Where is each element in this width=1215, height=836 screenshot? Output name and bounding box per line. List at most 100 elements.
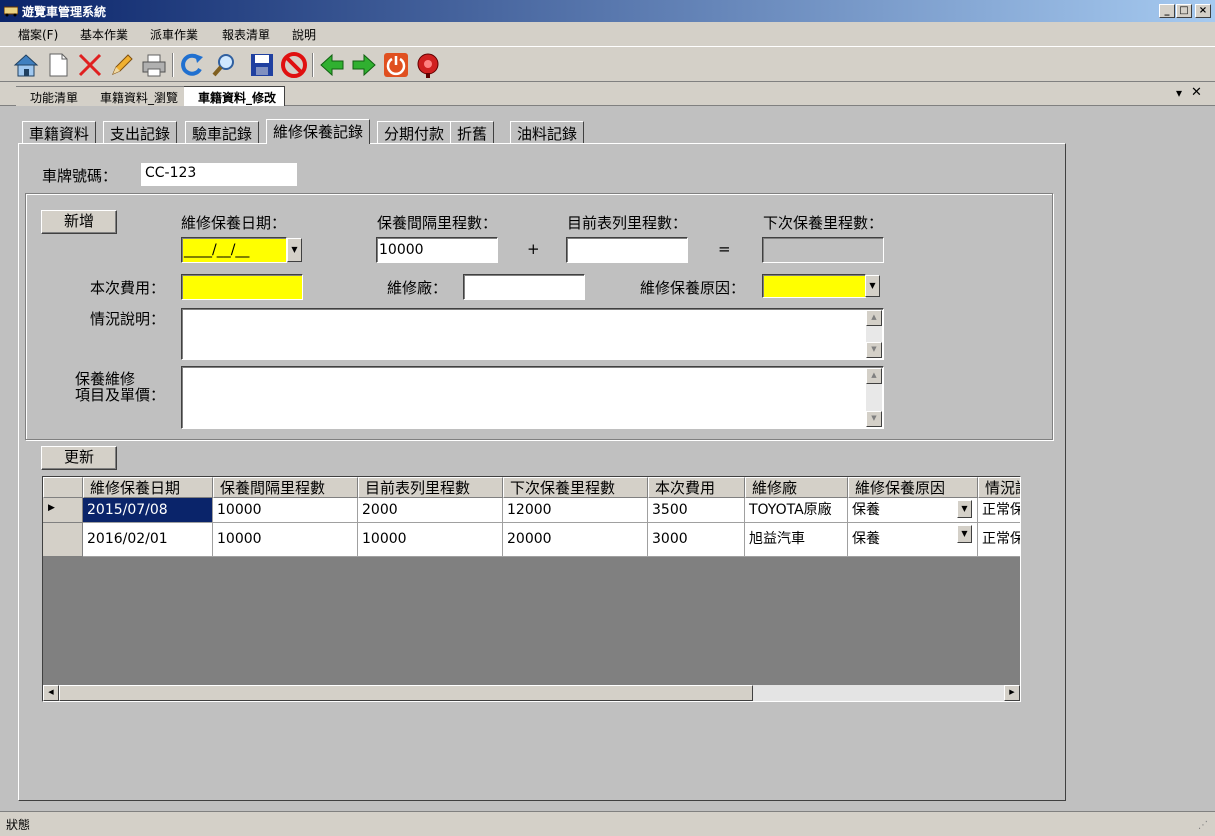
scroll-up-icon[interactable]: ▲ [866, 368, 882, 384]
grid-corner [43, 477, 83, 498]
tab-fuel[interactable]: 油料記錄 [510, 121, 585, 143]
document-tabs: 功能清單 車籍資料_瀏覽 車籍資料_修改 ▾ ✕ [0, 82, 1215, 106]
date-field[interactable]: ____/__/__ [181, 237, 287, 263]
scroll-left-icon[interactable]: ◀ [43, 685, 59, 701]
table-cell[interactable]: 正常保 [978, 523, 1020, 557]
grid-header-situation[interactable]: 情況說 [978, 477, 1020, 498]
grid-header-date[interactable]: 維修保養日期 [83, 477, 213, 498]
tab-depreciation[interactable]: 折舊 [450, 121, 495, 143]
table-cell[interactable]: 10000 [213, 498, 358, 523]
grid-header-cost[interactable]: 本次費用 [648, 477, 745, 498]
grid-header-shop[interactable]: 維修廠 [745, 477, 848, 498]
maintenance-grid[interactable]: 維修保養日期 保養間隔里程數 目前表列里程數 下次保養里程數 本次費用 維修廠 … [42, 476, 1021, 702]
search-icon[interactable] [210, 51, 238, 79]
plus-sign: + [527, 240, 540, 258]
table-cell[interactable]: 3500 [648, 498, 745, 523]
menu-help[interactable]: 說明 [292, 26, 316, 43]
scroll-down-icon[interactable]: ▼ [866, 342, 882, 358]
grid-header-reason[interactable]: 維修保養原因 [848, 477, 978, 498]
doc-tab-vehicle-browse[interactable]: 車籍資料_瀏覽 [86, 86, 188, 106]
cell-dropdown-arrow-icon[interactable]: ▼ [957, 525, 972, 543]
items-textarea[interactable]: ▲ ▼ [181, 366, 884, 429]
tab-vehicle-data[interactable]: 車籍資料 [22, 121, 97, 143]
alarm-bell-icon[interactable] [414, 51, 442, 79]
menu-file[interactable]: 檔案(F) [18, 26, 58, 43]
tab-maintenance[interactable]: 維修保養記錄 [266, 119, 371, 144]
scroll-down-icon[interactable]: ▼ [866, 411, 882, 427]
current-mileage-field[interactable] [566, 237, 688, 263]
table-cell[interactable]: 10000 [213, 523, 358, 557]
reason-select[interactable] [762, 274, 866, 298]
cell-dropdown-arrow-icon[interactable]: ▼ [957, 500, 972, 518]
shop-field[interactable] [463, 274, 585, 300]
row-header[interactable] [43, 523, 83, 557]
scroll-up-icon[interactable]: ▲ [866, 310, 882, 326]
date-label: 維修保養日期： [181, 214, 287, 232]
doc-tab-function-list[interactable]: 功能清單 [16, 86, 88, 106]
save-icon[interactable] [248, 51, 276, 79]
update-button[interactable]: 更新 [41, 446, 117, 470]
table-cell[interactable]: 2015/07/08 [83, 498, 213, 523]
date-picker-arrow-icon[interactable]: ▼ [287, 238, 302, 262]
minimize-button[interactable]: _ [1159, 4, 1175, 18]
situation-label: 情況說明： [90, 310, 166, 328]
grid-horizontal-scrollbar[interactable]: ◀ ▶ [43, 685, 1020, 701]
cost-field[interactable] [181, 274, 303, 300]
delete-icon[interactable] [76, 51, 104, 79]
plate-field[interactable]: CC-123 [141, 163, 297, 186]
grid-header-interval[interactable]: 保養間隔里程數 [213, 477, 358, 498]
menu-dispatch[interactable]: 派車作業 [150, 26, 198, 43]
menu-reports[interactable]: 報表清單 [222, 26, 270, 43]
scroll-thumb[interactable] [59, 685, 753, 701]
situation-scrollbar[interactable]: ▲ ▼ [866, 310, 882, 358]
edit-pencil-icon[interactable] [108, 51, 136, 79]
table-cell[interactable]: 2000 [358, 498, 503, 523]
new-document-icon[interactable] [44, 51, 72, 79]
arrow-left-icon[interactable] [318, 51, 346, 79]
tab-inspection[interactable]: 驗車記錄 [185, 121, 260, 143]
table-cell[interactable]: 2016/02/01 [83, 523, 213, 557]
tab-expenses[interactable]: 支出記錄 [103, 121, 178, 143]
next-mileage-field [762, 237, 884, 263]
next-mileage-label: 下次保養里程數： [763, 214, 884, 232]
table-cell[interactable]: 20000 [503, 523, 648, 557]
arrow-right-icon[interactable] [350, 51, 378, 79]
table-cell[interactable]: 旭益汽車 [745, 523, 848, 557]
grid-header-next[interactable]: 下次保養里程數 [503, 477, 648, 498]
items-scrollbar[interactable]: ▲ ▼ [866, 368, 882, 427]
cost-label: 本次費用： [90, 279, 166, 297]
reason-label: 維修保養原因： [640, 279, 746, 297]
row-header[interactable]: ▶ [43, 498, 83, 523]
equals-sign: = [718, 240, 731, 258]
plate-label: 車牌號碼： [42, 167, 118, 185]
close-tab-icon[interactable]: ✕ [1191, 85, 1202, 100]
close-window-button[interactable]: × [1195, 4, 1211, 18]
home-icon[interactable] [12, 51, 40, 79]
tab-installments[interactable]: 分期付款 [377, 121, 452, 143]
table-cell[interactable]: 12000 [503, 498, 648, 523]
status-bar: 狀態 ⋰ [0, 811, 1215, 836]
cancel-icon[interactable] [280, 51, 308, 79]
refresh-icon[interactable] [178, 51, 206, 79]
power-icon[interactable] [382, 51, 410, 79]
scroll-right-icon[interactable]: ▶ [1004, 685, 1020, 701]
print-icon[interactable] [140, 51, 168, 79]
table-cell[interactable]: 正常保 [978, 498, 1020, 523]
table-cell[interactable]: TOYOTA原廠 [745, 498, 848, 523]
situation-textarea[interactable]: ▲ ▼ [181, 308, 884, 360]
table-cell[interactable]: 3000 [648, 523, 745, 557]
maximize-button[interactable]: □ [1176, 4, 1192, 18]
interval-label: 保養間隔里程數： [377, 214, 498, 232]
items-label-line2: 項目及單價： [75, 386, 166, 404]
menu-basic[interactable]: 基本作業 [80, 26, 128, 43]
reason-dropdown-arrow-icon[interactable]: ▼ [865, 275, 880, 297]
bus-app-icon [4, 6, 18, 17]
table-cell[interactable]: 10000 [358, 523, 503, 557]
grid-header-current[interactable]: 目前表列里程數 [358, 477, 503, 498]
resize-grip-icon[interactable]: ⋰ [1198, 820, 1208, 831]
dropdown-arrow-icon[interactable]: ▾ [1176, 86, 1182, 100]
doc-tab-vehicle-edit[interactable]: 車籍資料_修改 [184, 86, 286, 106]
interval-field[interactable]: 10000 [376, 237, 498, 263]
add-button[interactable]: 新增 [41, 210, 117, 234]
toolbar [0, 46, 1215, 82]
